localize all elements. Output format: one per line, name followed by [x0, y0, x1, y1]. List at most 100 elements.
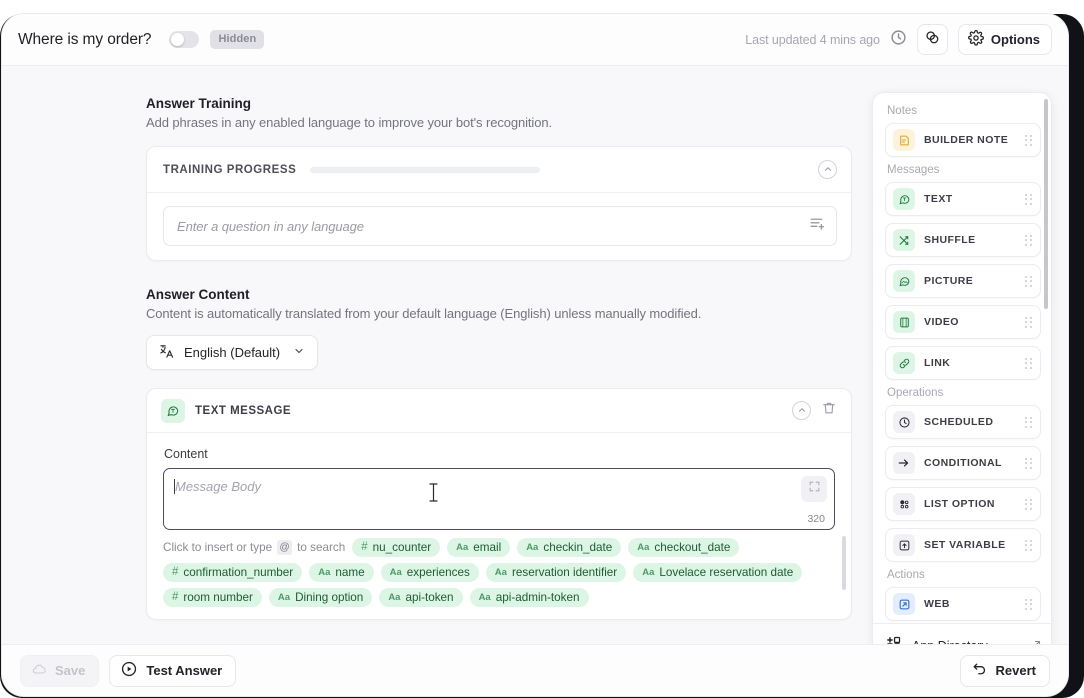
- variable-chips-area: Click to insert or type @ to search # nu_…: [147, 530, 851, 619]
- insert-hint-after: to search: [297, 541, 346, 554]
- variable-chip[interactable]: Aa checkout_date: [628, 538, 740, 557]
- test-answer-label: Test Answer: [146, 663, 223, 678]
- variable-chip[interactable]: Aa reservation identifier: [485, 563, 627, 582]
- chip-sigil: Aa: [318, 566, 331, 578]
- palette-group-label: Notes: [887, 105, 918, 117]
- drag-handle-icon[interactable]: [1025, 134, 1032, 146]
- variable-chip[interactable]: Aa checkin_date: [517, 538, 622, 557]
- chip-label: experiences: [406, 565, 470, 579]
- drag-handle-icon[interactable]: [1025, 416, 1032, 428]
- palette-item-label: VIDEO: [924, 316, 959, 328]
- save-label: Save: [55, 663, 86, 678]
- chip-sigil: #: [172, 566, 179, 578]
- expand-editor-button[interactable]: [801, 476, 827, 502]
- revert-button[interactable]: Revert: [959, 654, 1050, 687]
- drag-handle-icon[interactable]: [1025, 598, 1032, 610]
- variable-chip[interactable]: Aa experiences: [380, 563, 479, 582]
- training-progress-bar: [310, 166, 541, 173]
- palette-item-link[interactable]: LINK: [885, 346, 1041, 380]
- palette-item-video[interactable]: VIDEO: [885, 305, 1041, 339]
- text-message-actions: [792, 400, 837, 421]
- chip-label: api-token: [405, 590, 454, 604]
- palette-item-shuffle[interactable]: SHUFFLE: [885, 223, 1041, 257]
- chevron-down-icon: [293, 345, 305, 360]
- text-bubble-icon: [893, 188, 915, 210]
- footer-right-actions: Revert: [959, 654, 1050, 687]
- clock-icon: [893, 411, 915, 433]
- save-button[interactable]: Save: [20, 654, 100, 687]
- status-badge: Hidden: [210, 30, 265, 49]
- message-body-input[interactable]: Message Body 320: [163, 468, 835, 530]
- content-label: Content: [164, 447, 208, 461]
- language-selector[interactable]: English (Default): [146, 335, 319, 370]
- options-button[interactable]: Options: [957, 24, 1052, 55]
- question-input[interactable]: Enter a question in any language: [163, 206, 837, 246]
- test-answer-button[interactable]: Test Answer: [109, 654, 237, 687]
- palette-item-scheduled[interactable]: SCHEDULED: [885, 405, 1041, 439]
- shuffle-icon: [893, 229, 915, 251]
- training-collapse-button[interactable]: [818, 160, 837, 179]
- palette-item-web[interactable]: WEB: [885, 587, 1041, 621]
- variable-chip[interactable]: # room number: [163, 588, 262, 607]
- drag-handle-icon[interactable]: [1025, 539, 1032, 551]
- chips-scrollbar[interactable]: [842, 536, 846, 590]
- palette-item-set-variable[interactable]: SET VARIABLE: [885, 528, 1041, 562]
- palette-item-label: CONDITIONAL: [924, 457, 1002, 469]
- palette-item-builder-note[interactable]: BUILDER NOTE: [885, 123, 1041, 157]
- insert-hint-before: Click to insert or type: [163, 541, 273, 554]
- play-circle-icon: [120, 660, 138, 681]
- chip-sigil: Aa: [277, 591, 291, 603]
- list-add-icon[interactable]: [809, 215, 826, 237]
- toggle-knob: [171, 33, 185, 46]
- variable-chip[interactable]: Aa name: [309, 563, 374, 582]
- character-count: 320: [807, 513, 825, 525]
- drag-handle-icon[interactable]: [1025, 193, 1032, 205]
- chip-label: room number: [183, 590, 253, 604]
- app-screenshot: Where is my order? Hidden Last updated 4…: [0, 0, 1084, 698]
- variable-chip[interactable]: # nu_counter: [352, 538, 441, 557]
- trash-icon[interactable]: [821, 400, 837, 421]
- app-directory-button[interactable]: App Directory: [873, 623, 1051, 644]
- palette-item-list-option[interactable]: LIST OPTION: [885, 487, 1041, 521]
- variable-chip[interactable]: Aa api-admin-token: [469, 588, 589, 607]
- variable-chip[interactable]: Aa Dining option: [268, 588, 373, 607]
- message-collapse-button[interactable]: [792, 401, 811, 420]
- palette-item-conditional[interactable]: CONDITIONAL: [885, 446, 1041, 480]
- options-label: Options: [990, 32, 1040, 47]
- chip-sigil: #: [361, 541, 368, 553]
- training-progress-header: TRAINING PROGRESS: [147, 147, 851, 193]
- drag-handle-icon[interactable]: [1025, 316, 1032, 328]
- answer-content-subtitle: Content is automatically translated from…: [146, 306, 702, 321]
- chat-bubbles-button[interactable]: [916, 24, 948, 55]
- palette-group-label: Actions: [887, 569, 925, 581]
- palette-item-text[interactable]: TEXT: [885, 182, 1041, 216]
- drag-handle-icon[interactable]: [1025, 498, 1032, 510]
- drag-handle-icon[interactable]: [1025, 275, 1032, 287]
- list-option-icon: [893, 493, 915, 515]
- variable-chip[interactable]: # confirmation_number: [163, 563, 303, 582]
- chip-sigil: Aa: [389, 566, 402, 578]
- variable-chip[interactable]: Aa Lovelace reservation date: [633, 563, 803, 582]
- video-icon: [893, 311, 915, 333]
- note-icon: [893, 129, 915, 151]
- app-header: Where is my order? Hidden Last updated 4…: [2, 14, 1068, 66]
- chip-sigil: Aa: [478, 591, 491, 603]
- training-progress-body: Enter a question in any language: [147, 193, 851, 260]
- palette-item-picture[interactable]: PICTURE: [885, 264, 1041, 298]
- palette-scrollbar[interactable]: [1044, 99, 1048, 309]
- answer-training-title: Answer Training: [146, 96, 252, 111]
- link-icon: [893, 352, 915, 374]
- answer-content-title: Answer Content: [146, 287, 250, 302]
- text-message-card: TEXT MESSAGE Content Message Body 320 Cl…: [146, 388, 852, 620]
- chip-label: Dining option: [295, 590, 364, 604]
- visibility-toggle[interactable]: [169, 31, 200, 48]
- variable-chip[interactable]: Aa email: [447, 538, 511, 557]
- palette-item-label: WEB: [924, 598, 950, 610]
- app-grid-add-icon: [885, 635, 902, 644]
- variable-chip[interactable]: Aa api-token: [379, 588, 463, 607]
- drag-handle-icon[interactable]: [1025, 357, 1032, 369]
- palette-item-label: TEXT: [924, 193, 953, 205]
- drag-handle-icon[interactable]: [1025, 457, 1032, 469]
- drag-handle-icon[interactable]: [1025, 234, 1032, 246]
- chip-label: reservation identifier: [511, 565, 618, 579]
